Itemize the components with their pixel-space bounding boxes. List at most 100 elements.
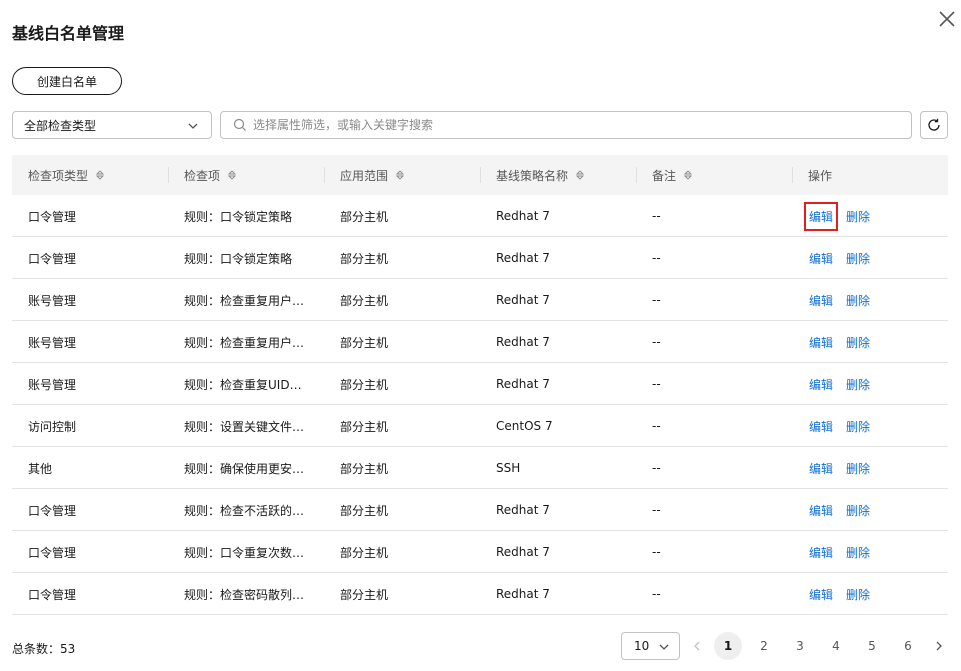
edit-link[interactable]: 编辑 bbox=[809, 460, 833, 477]
table-row: 账号管理 规则：检查重复用户… 部分主机 Redhat 7 -- 编辑 删除 bbox=[12, 279, 948, 321]
table-cell: -- bbox=[652, 461, 661, 475]
delete-link[interactable]: 删除 bbox=[846, 502, 870, 519]
delete-link[interactable]: 删除 bbox=[846, 292, 870, 309]
chevron-left-icon bbox=[694, 641, 700, 651]
refresh-icon bbox=[928, 118, 940, 131]
table-row: 账号管理 规则：检查重复UID… 部分主机 Redhat 7 -- 编辑 删除 bbox=[12, 363, 948, 405]
table-row: 访问控制 规则：设置关键文件… 部分主机 CentOS 7 -- 编辑 删除 bbox=[12, 405, 948, 447]
delete-link[interactable]: 删除 bbox=[846, 250, 870, 267]
search-box[interactable] bbox=[220, 111, 912, 139]
table-cell: 其他 bbox=[28, 461, 53, 476]
page-button[interactable]: 6 bbox=[894, 632, 922, 660]
table-cell: 规则：口令锁定策略 bbox=[184, 209, 293, 224]
table-header: 检查项类型 检查项 应用范围 基线策略名称 备注 操作 bbox=[12, 155, 948, 195]
check-type-select[interactable]: 全部检查类型 bbox=[12, 111, 212, 139]
table-cell: -- bbox=[652, 545, 661, 559]
sort-icon bbox=[683, 170, 693, 180]
delete-link[interactable]: 删除 bbox=[846, 334, 870, 351]
sort-icon bbox=[95, 170, 105, 180]
table-cell: -- bbox=[652, 503, 661, 517]
edit-link[interactable]: 编辑 bbox=[809, 418, 833, 435]
table-cell: 部分主机 bbox=[340, 587, 389, 602]
table-cell: 访问控制 bbox=[28, 419, 77, 434]
whitelist-table: 检查项类型 检查项 应用范围 基线策略名称 备注 操作 口令管理规则：口令锁定策… bbox=[12, 155, 948, 615]
page-button[interactable]: 2 bbox=[750, 632, 778, 660]
table-cell: 口令管理 bbox=[28, 587, 77, 602]
page-size-select[interactable]: 10 bbox=[621, 632, 680, 660]
prev-page-button[interactable] bbox=[688, 637, 706, 655]
table-cell: -- bbox=[652, 293, 661, 307]
table-cell: 口令管理 bbox=[28, 209, 77, 224]
table-cell: 规则：检查重复用户… bbox=[184, 293, 305, 308]
table-cell: Redhat 7 bbox=[496, 503, 550, 517]
refresh-button[interactable] bbox=[920, 111, 948, 139]
search-icon bbox=[233, 118, 246, 131]
create-whitelist-button[interactable]: 创建白名单 bbox=[12, 67, 122, 95]
edit-link[interactable]: 编辑 bbox=[809, 586, 833, 603]
table-cell: -- bbox=[652, 419, 661, 433]
table-cell: 口令管理 bbox=[28, 251, 77, 266]
delete-link[interactable]: 删除 bbox=[846, 544, 870, 561]
table-cell: CentOS 7 bbox=[496, 419, 553, 433]
page-button[interactable]: 4 bbox=[822, 632, 850, 660]
edit-link[interactable]: 编辑 bbox=[809, 544, 833, 561]
page-size-value: 10 bbox=[634, 639, 650, 653]
edit-link[interactable]: 编辑 bbox=[809, 250, 833, 267]
table-cell: 部分主机 bbox=[340, 461, 389, 476]
table-cell: Redhat 7 bbox=[496, 545, 550, 559]
delete-link[interactable]: 删除 bbox=[846, 460, 870, 477]
header-check-type[interactable]: 检查项类型 bbox=[28, 155, 106, 195]
table-cell: 部分主机 bbox=[340, 293, 389, 308]
table-cell: 规则：检查重复用户… bbox=[184, 335, 305, 350]
edit-link[interactable]: 编辑 bbox=[809, 376, 833, 393]
table-cell: 口令管理 bbox=[28, 503, 77, 518]
table-cell: SSH bbox=[496, 461, 521, 475]
table-cell: 规则：检查不活跃的… bbox=[184, 503, 305, 518]
sort-icon bbox=[395, 170, 405, 180]
table-cell: Redhat 7 bbox=[496, 335, 550, 349]
header-scope[interactable]: 应用范围 bbox=[340, 155, 406, 195]
edit-link[interactable]: 编辑 bbox=[809, 292, 833, 309]
page-button[interactable]: 3 bbox=[786, 632, 814, 660]
table-row: 口令管理 规则：口令锁定策略 部分主机 Redhat 7 -- 编辑 删除 bbox=[12, 237, 948, 279]
table-row: 口令管理 规则：口令锁定策略 部分主机 Redhat 7 -- 编辑 删除 bbox=[12, 195, 948, 237]
table-row: 其他 规则：确保使用更安… 部分主机 SSH -- 编辑 删除 bbox=[12, 447, 948, 489]
table-cell: 部分主机 bbox=[340, 419, 389, 434]
table-row: 口令管理 规则：口令重复次数… 部分主机 Redhat 7 -- 编辑 删除 bbox=[12, 531, 948, 573]
table-cell: 规则：检查重复UID… bbox=[184, 377, 302, 392]
table-cell: Redhat 7 bbox=[496, 377, 550, 391]
table-cell: -- bbox=[652, 209, 661, 223]
table-row: 口令管理 规则：检查不活跃的… 部分主机 Redhat 7 -- 编辑 删除 bbox=[12, 489, 948, 531]
table-cell: Redhat 7 bbox=[496, 293, 550, 307]
delete-link[interactable]: 删除 bbox=[846, 418, 870, 435]
table-cell: 部分主机 bbox=[340, 545, 389, 560]
page-button[interactable]: 5 bbox=[858, 632, 886, 660]
table-cell: -- bbox=[652, 587, 661, 601]
chevron-down-icon bbox=[659, 644, 669, 650]
table-cell: 账号管理 bbox=[28, 377, 77, 392]
delete-link[interactable]: 删除 bbox=[846, 586, 870, 603]
edit-link[interactable]: 编辑 bbox=[809, 502, 833, 519]
total-count: 总条数：53 bbox=[12, 642, 76, 656]
close-icon[interactable] bbox=[936, 8, 958, 30]
page-button[interactable]: 1 bbox=[714, 632, 742, 660]
table-cell: 规则：口令锁定策略 bbox=[184, 251, 293, 266]
header-policy-name[interactable]: 基线策略名称 bbox=[496, 155, 586, 195]
search-input[interactable] bbox=[253, 118, 893, 132]
delete-link[interactable]: 删除 bbox=[846, 376, 870, 393]
chevron-right-icon bbox=[936, 641, 942, 651]
edit-link[interactable]: 编辑 bbox=[809, 208, 833, 225]
table-cell: 规则：设置关键文件… bbox=[184, 419, 305, 434]
header-check-item[interactable]: 检查项 bbox=[184, 155, 238, 195]
table-cell: 账号管理 bbox=[28, 335, 77, 350]
table-cell: 部分主机 bbox=[340, 251, 389, 266]
delete-link[interactable]: 删除 bbox=[846, 208, 870, 225]
table-cell: 部分主机 bbox=[340, 209, 389, 224]
table-cell: -- bbox=[652, 251, 661, 265]
table-body: 口令管理 规则：口令锁定策略 部分主机 Redhat 7 -- 编辑 删除 口令管理 规则：口令… bbox=[12, 195, 948, 615]
table-cell: 账号管理 bbox=[28, 293, 77, 308]
table-cell: 规则：口令重复次数… bbox=[184, 545, 305, 560]
edit-link[interactable]: 编辑 bbox=[809, 334, 833, 351]
next-page-button[interactable] bbox=[930, 637, 948, 655]
header-remark[interactable]: 备注 bbox=[652, 155, 694, 195]
